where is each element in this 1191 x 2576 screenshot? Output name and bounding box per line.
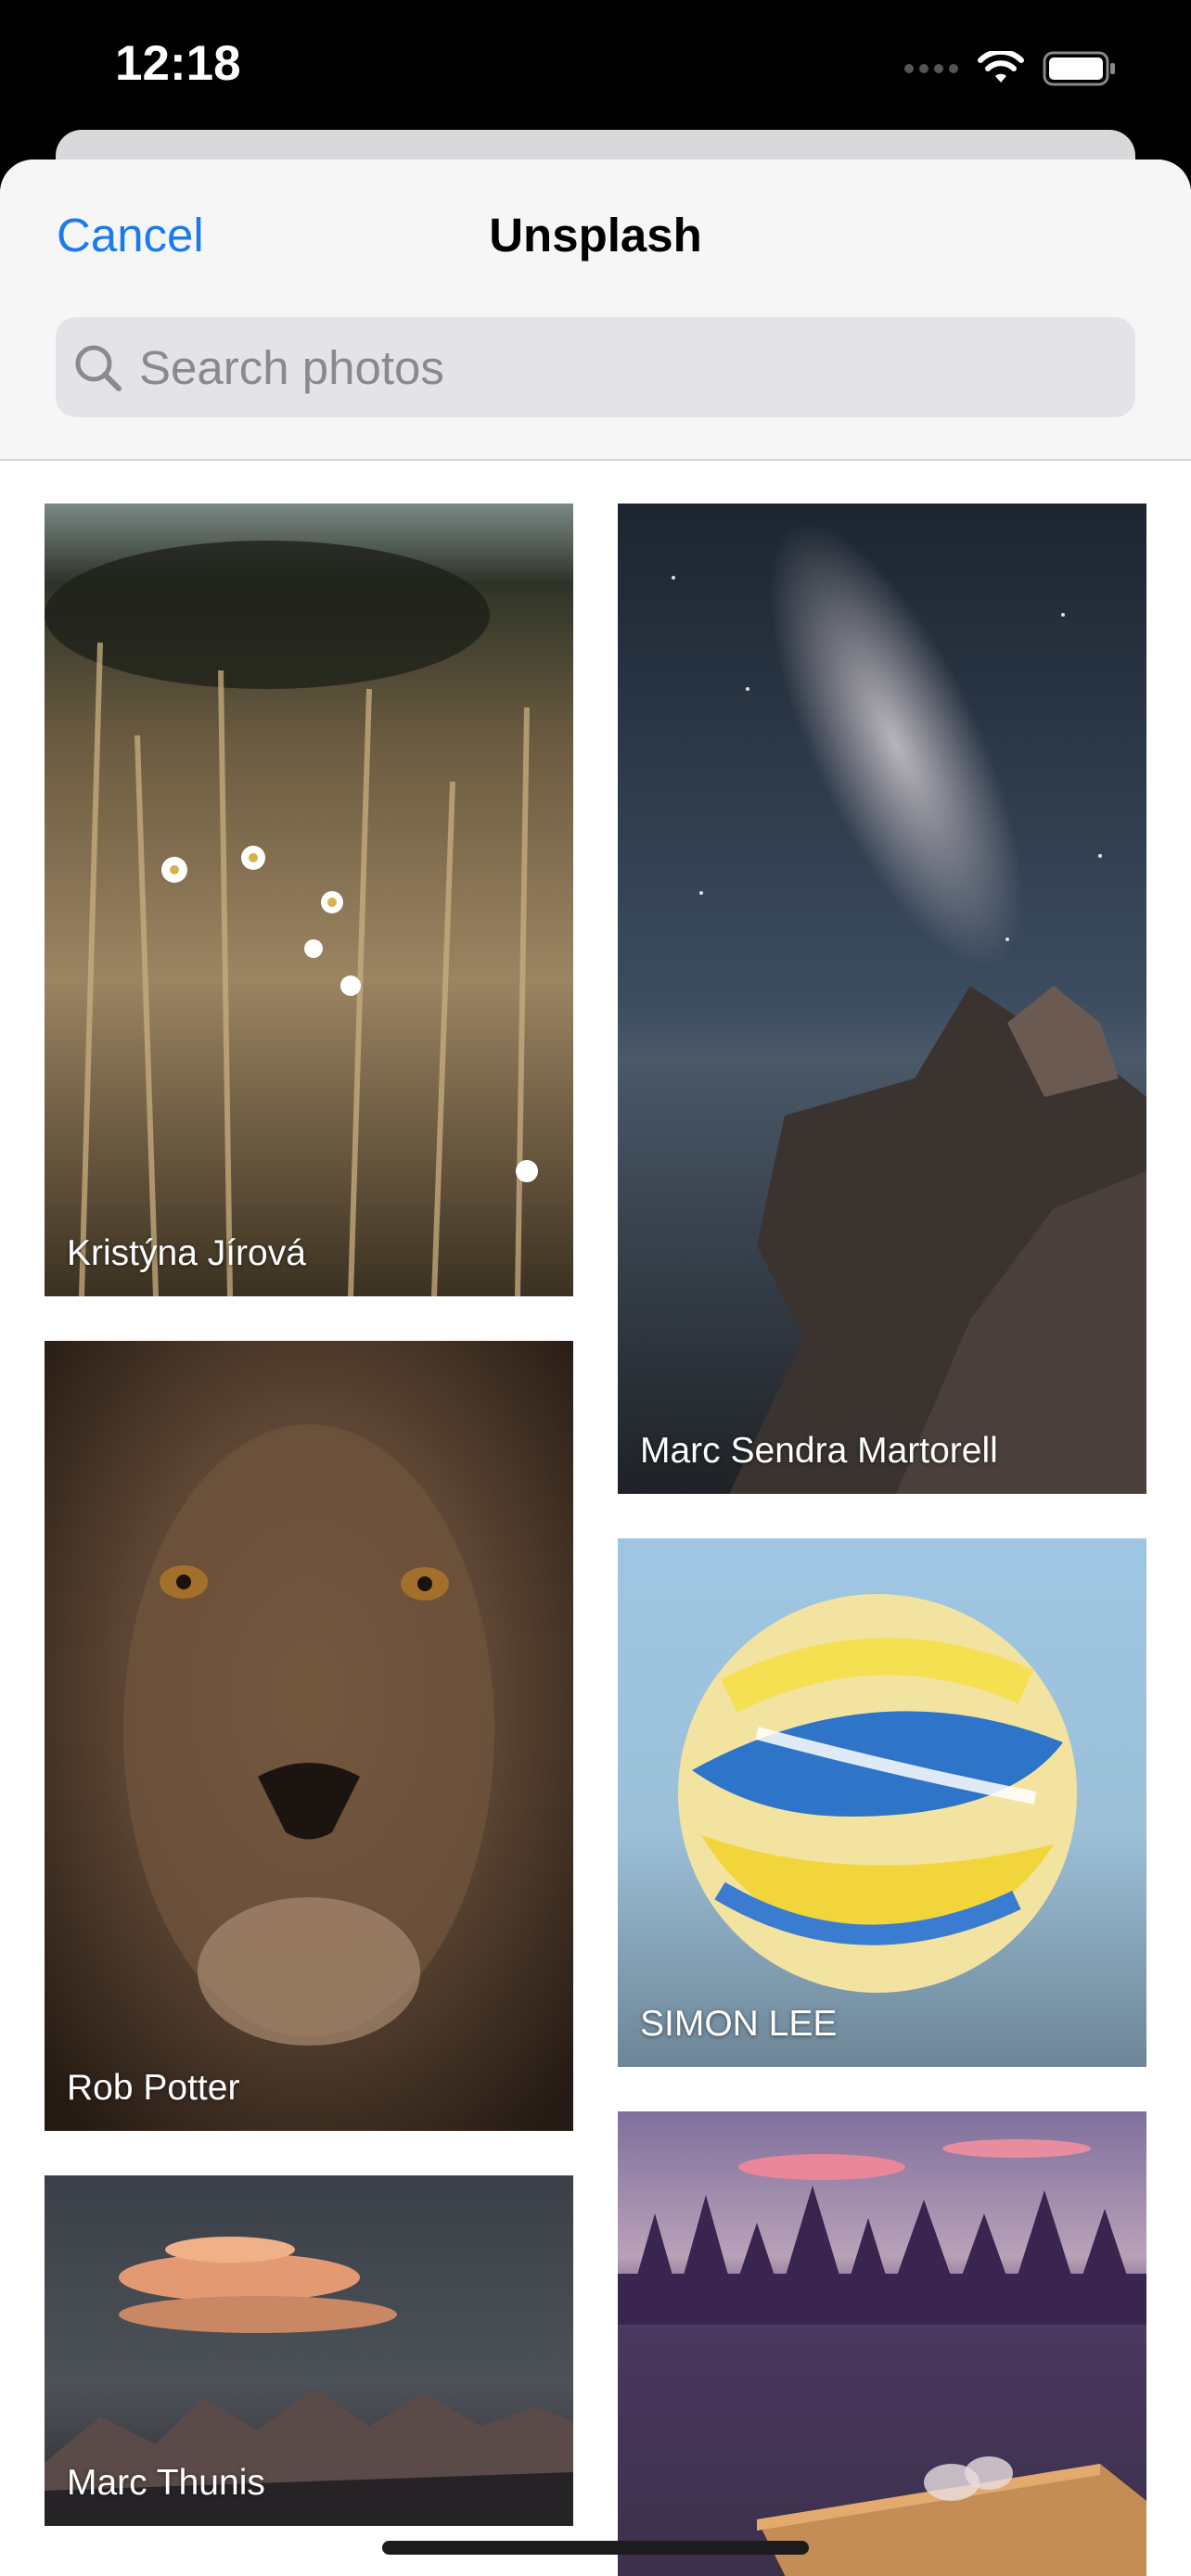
photo-credit: Marc Thunis xyxy=(67,2463,265,2503)
photo-image xyxy=(618,2111,1146,2576)
photo-card[interactable]: Kristýna Jírová xyxy=(45,504,573,1296)
status-time: 12:18 xyxy=(115,36,241,91)
status-bar: 12:18 xyxy=(0,0,1191,139)
photo-image xyxy=(618,1538,1146,2067)
home-indicator[interactable] xyxy=(382,2541,809,2555)
navigation-bar: Cancel Unsplash xyxy=(0,159,1191,461)
photo-image xyxy=(45,1341,573,2131)
photo-credit: Kristýna Jírová xyxy=(67,1233,306,1273)
wifi-icon xyxy=(978,51,1024,83)
photo-credit: Rob Potter xyxy=(67,2068,240,2108)
photo-image xyxy=(618,504,1146,1494)
search-input[interactable] xyxy=(139,317,1113,417)
photo-card[interactable]: SIMON LEE xyxy=(618,1538,1146,2067)
unsplash-sheet: Cancel Unsplash Search photos Kristýna J… xyxy=(0,159,1191,2576)
search-bar[interactable] xyxy=(56,317,1135,417)
photo-credit: Marc Sendra Martorell xyxy=(640,1431,998,1471)
photo-image xyxy=(45,504,573,1296)
page-title: Unsplash xyxy=(489,209,702,261)
status-icons xyxy=(903,46,1117,91)
photo-card[interactable]: Rob Potter xyxy=(45,1341,573,2131)
search-icon xyxy=(75,345,122,391)
photo-card[interactable]: Marc Thunis xyxy=(45,2175,573,2526)
battery-icon xyxy=(1043,51,1115,86)
cellular-signal-icon xyxy=(904,64,958,73)
photo-card[interactable] xyxy=(618,2111,1146,2576)
photo-card[interactable]: Marc Sendra Martorell xyxy=(618,504,1146,1494)
photo-credit: SIMON LEE xyxy=(640,2004,838,2044)
